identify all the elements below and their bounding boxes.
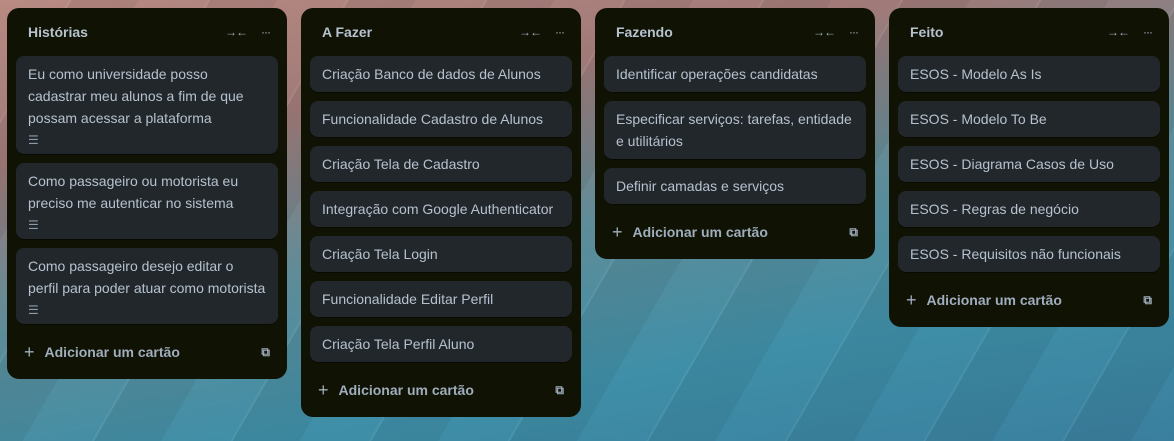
- list-header: Feito →← ···: [898, 8, 1160, 56]
- add-card-label: Adicionar um cartão: [632, 224, 768, 240]
- plus-icon: +: [612, 221, 623, 242]
- add-card-label: Adicionar um cartão: [44, 344, 180, 360]
- collapse-arrows-icon[interactable]: →←: [1107, 25, 1130, 39]
- list-title[interactable]: Histórias: [28, 24, 211, 40]
- card-title: Como passageiro desejo editar o perfil p…: [28, 258, 266, 296]
- card[interactable]: Criação Tela Login: [310, 236, 572, 272]
- card-title: Integração com Google Authenticator: [322, 201, 554, 217]
- add-card-label: Adicionar um cartão: [338, 382, 474, 398]
- list-fazendo: Fazendo →← ··· Identificar operações cand…: [595, 8, 875, 259]
- card-title: Como passageiro ou motorista eu preciso …: [28, 173, 239, 211]
- card[interactable]: ESOS - Modelo As Is: [898, 56, 1160, 92]
- list-header: Histórias →← ···: [16, 8, 278, 56]
- collapse-arrows-icon[interactable]: →←: [519, 25, 542, 39]
- card-template-icon[interactable]: ⧉: [555, 383, 564, 398]
- more-horizontal-icon[interactable]: ···: [555, 25, 565, 39]
- card-title: Eu como universidade posso cadastrar meu…: [28, 66, 244, 126]
- card[interactable]: Como passageiro ou motorista eu preciso …: [16, 163, 278, 239]
- list-title[interactable]: Fazendo: [616, 24, 799, 40]
- card-title: Criação Banco de dados de Alunos: [322, 66, 541, 82]
- collapse-arrows-icon[interactable]: →←: [813, 25, 836, 39]
- more-horizontal-icon[interactable]: ···: [261, 25, 271, 39]
- card[interactable]: Funcionalidade Editar Perfil: [310, 281, 572, 317]
- list-header: A Fazer →← ···: [310, 8, 572, 56]
- card[interactable]: Funcionalidade Cadastro de Alunos: [310, 101, 572, 137]
- add-card-button[interactable]: + Adicionar um cartão ⧉: [16, 333, 278, 371]
- list-historias: Histórias →← ··· Eu como universidade pos…: [7, 8, 287, 379]
- card-title: ESOS - Regras de negócio: [910, 201, 1079, 217]
- card[interactable]: ESOS - Diagrama Casos de Uso: [898, 146, 1160, 182]
- card[interactable]: Criação Tela de Cadastro: [310, 146, 572, 182]
- card-template-icon[interactable]: ⧉: [849, 225, 858, 240]
- card[interactable]: ESOS - Requisitos não funcionais: [898, 236, 1160, 272]
- collapse-arrows-icon[interactable]: →←: [225, 25, 248, 39]
- card-template-icon[interactable]: ⧉: [1143, 293, 1152, 308]
- card[interactable]: Eu como universidade posso cadastrar meu…: [16, 56, 278, 154]
- card[interactable]: Integração com Google Authenticator: [310, 191, 572, 227]
- card-title: Criação Tela de Cadastro: [322, 156, 480, 172]
- list-feito: Feito →← ··· ESOS - Modelo As Is ESOS - Mo…: [889, 8, 1169, 327]
- card-title: Criação Tela Login: [322, 246, 438, 262]
- card-title: ESOS - Modelo As Is: [910, 66, 1042, 82]
- card-title: Criação Tela Perfil Aluno: [322, 336, 475, 352]
- plus-icon: +: [318, 379, 329, 400]
- card-title: Definir camadas e serviços: [616, 178, 785, 194]
- card-title: Funcionalidade Editar Perfil: [322, 291, 494, 307]
- card-title: Funcionalidade Cadastro de Alunos: [322, 111, 544, 127]
- card[interactable]: Especificar serviços: tarefas, entidade …: [604, 101, 866, 159]
- card-title: ESOS - Requisitos não funcionais: [910, 246, 1121, 262]
- list-a-fazer: A Fazer →← ··· Criação Banco de dados de …: [301, 8, 581, 417]
- more-horizontal-icon[interactable]: ···: [1143, 25, 1153, 39]
- list-header: Fazendo →← ···: [604, 8, 866, 56]
- card[interactable]: Criação Tela Perfil Aluno: [310, 326, 572, 362]
- card[interactable]: Como passageiro desejo editar o perfil p…: [16, 248, 278, 324]
- card-template-icon[interactable]: ⧉: [261, 345, 270, 360]
- card[interactable]: ESOS - Regras de negócio: [898, 191, 1160, 227]
- card-title: Identificar operações candidatas: [616, 66, 818, 82]
- plus-icon: +: [24, 341, 35, 362]
- list-title[interactable]: Feito: [910, 24, 1093, 40]
- card-title: ESOS - Modelo To Be: [910, 111, 1047, 127]
- description-icon: ☰: [28, 133, 39, 147]
- list-title[interactable]: A Fazer: [322, 24, 505, 40]
- plus-icon: +: [906, 289, 917, 310]
- add-card-label: Adicionar um cartão: [926, 292, 1062, 308]
- card-title: Especificar serviços: tarefas, entidade …: [616, 111, 852, 149]
- card-title: ESOS - Diagrama Casos de Uso: [910, 156, 1114, 172]
- description-icon: ☰: [28, 303, 39, 317]
- card[interactable]: ESOS - Modelo To Be: [898, 101, 1160, 137]
- add-card-button[interactable]: + Adicionar um cartão ⧉: [310, 371, 572, 409]
- add-card-button[interactable]: + Adicionar um cartão ⧉: [604, 213, 866, 251]
- add-card-button[interactable]: + Adicionar um cartão ⧉: [898, 281, 1160, 319]
- card[interactable]: Criação Banco de dados de Alunos: [310, 56, 572, 92]
- card[interactable]: Definir camadas e serviços: [604, 168, 866, 204]
- description-icon: ☰: [28, 218, 39, 232]
- card[interactable]: Identificar operações candidatas: [604, 56, 866, 92]
- more-horizontal-icon[interactable]: ···: [849, 25, 859, 39]
